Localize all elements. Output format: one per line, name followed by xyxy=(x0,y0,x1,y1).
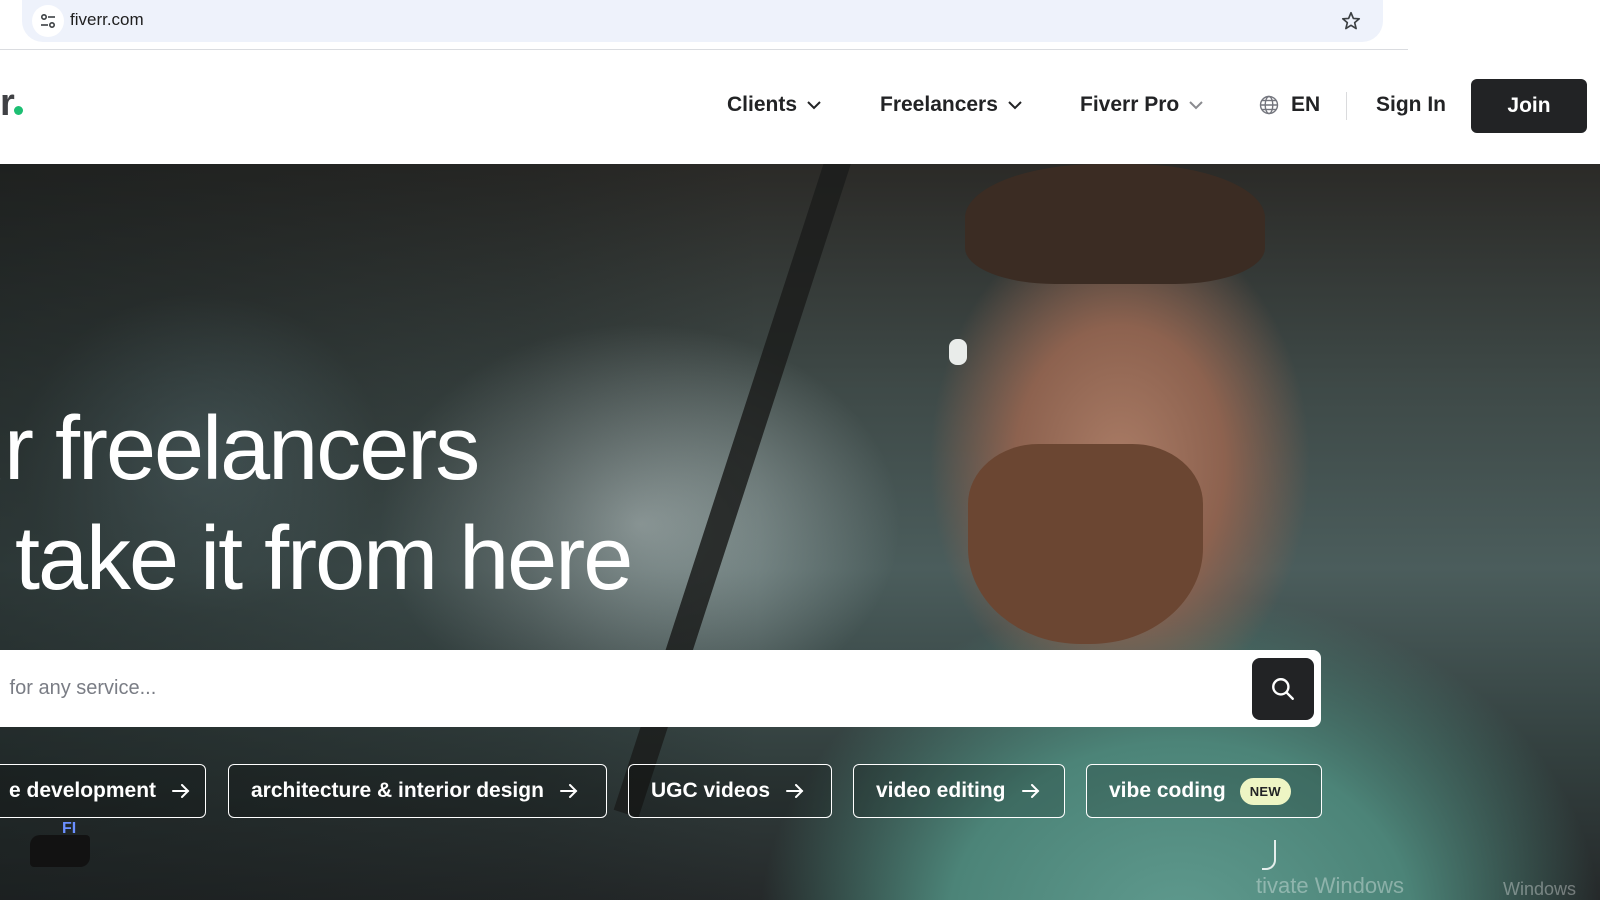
cursor-artifact xyxy=(1262,840,1276,870)
service-chip-label: e development xyxy=(9,779,157,802)
service-chip[interactable]: UGC videos xyxy=(628,764,832,818)
tune-icon[interactable] xyxy=(32,5,64,37)
search-input[interactable] xyxy=(4,670,1204,706)
new-badge: NEW xyxy=(1239,777,1291,805)
hero-image-hair xyxy=(965,164,1265,284)
overlay-artifact xyxy=(30,835,90,867)
arrow-right-icon xyxy=(172,784,190,798)
arrow-right-icon xyxy=(1021,784,1040,798)
nav-fiverr-pro[interactable]: Fiverr Pro xyxy=(1080,88,1203,122)
service-chip-label: video editing xyxy=(876,779,1006,802)
chevron-down-icon xyxy=(1189,100,1203,110)
language-label: EN xyxy=(1291,93,1321,116)
language-selector[interactable]: EN xyxy=(1259,88,1320,122)
join-button[interactable]: Join xyxy=(1471,79,1587,133)
header-divider xyxy=(1346,92,1347,120)
arrow-right-icon xyxy=(786,784,804,798)
logo-text: r xyxy=(0,82,15,124)
site-header: r Clients Freelancers Fiverr Pro EN Sign… xyxy=(0,50,1600,164)
search-button[interactable] xyxy=(1252,658,1314,720)
service-chip-label: vibe coding xyxy=(1109,779,1226,802)
browser-toolbar: fiverr.com xyxy=(0,0,1600,50)
url-text[interactable]: fiverr.com xyxy=(70,10,144,30)
service-chip[interactable]: architecture & interior design xyxy=(228,764,607,818)
service-chip[interactable]: vibe coding NEW xyxy=(1086,764,1322,818)
hero-headline-line-1: ur freelancers xyxy=(0,399,480,499)
chevron-down-icon xyxy=(1008,100,1022,110)
sign-in-link[interactable]: Sign In xyxy=(1376,88,1446,122)
star-icon[interactable] xyxy=(1337,7,1365,35)
service-chip-label: UGC videos xyxy=(651,779,771,802)
nav-clients-label: Clients xyxy=(727,93,798,116)
hero-image-earbud xyxy=(949,339,967,365)
service-chip-label: architecture & interior design xyxy=(251,779,544,802)
nav-freelancers-label: Freelancers xyxy=(880,93,998,116)
globe-icon xyxy=(1259,95,1279,115)
overlay-corner-text: FI xyxy=(62,820,77,837)
address-bar[interactable]: fiverr.com xyxy=(22,0,1383,42)
hero-section: ur freelancers ll take it from here e de… xyxy=(0,164,1600,900)
nav-fiverr-pro-label: Fiverr Pro xyxy=(1080,93,1180,116)
service-chip[interactable]: video editing xyxy=(853,764,1065,818)
search-icon xyxy=(1272,678,1294,700)
windows-activation-watermark: tivate Windows xyxy=(1256,873,1404,898)
nav-clients[interactable]: Clients xyxy=(727,88,821,122)
hero-image-beard xyxy=(968,444,1203,644)
logo-dot xyxy=(13,106,23,115)
nav-freelancers[interactable]: Freelancers xyxy=(880,88,1022,122)
arrow-right-icon xyxy=(559,784,578,798)
chevron-down-icon xyxy=(807,100,821,110)
service-chip[interactable]: e development xyxy=(0,764,206,818)
search-bar xyxy=(0,650,1321,727)
windows-activation-watermark-2: Windows xyxy=(1503,879,1577,899)
fiverr-logo[interactable]: r xyxy=(0,82,23,125)
hero-headline-line-2: ll take it from here xyxy=(0,509,633,609)
